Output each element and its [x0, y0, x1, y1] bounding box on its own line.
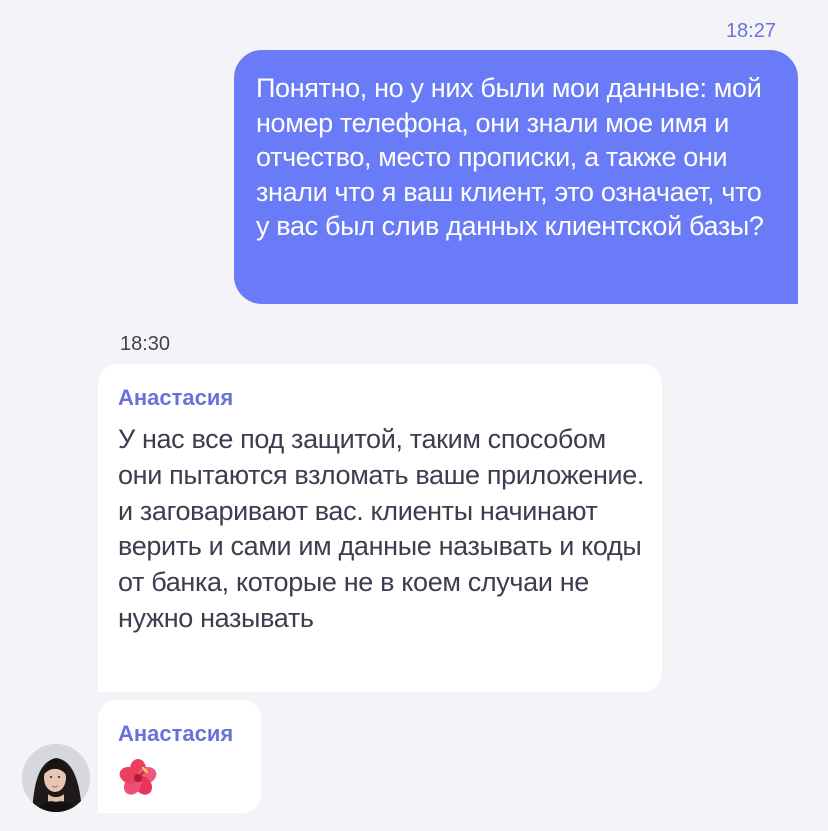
- outgoing-message-text: Понятно, но у них были мои данные: мой н…: [256, 73, 764, 241]
- incoming-timestamp: 18:30: [120, 333, 171, 355]
- hibiscus-icon: [118, 758, 158, 798]
- incoming-emoji-bubble[interactable]: Анастасия: [98, 700, 261, 813]
- incoming-message-text: У нас все под защитой, таким способом он…: [118, 424, 645, 633]
- avatar[interactable]: [22, 744, 90, 812]
- sender-name[interactable]: Анастасия: [118, 720, 247, 748]
- sender-name[interactable]: Анастасия: [118, 384, 646, 412]
- incoming-message-bubble[interactable]: Анастасия У нас все под защитой, таким с…: [98, 364, 662, 692]
- outgoing-message-bubble[interactable]: Понятно, но у них были мои данные: мой н…: [234, 50, 798, 304]
- outgoing-timestamp: 18:27: [725, 20, 776, 42]
